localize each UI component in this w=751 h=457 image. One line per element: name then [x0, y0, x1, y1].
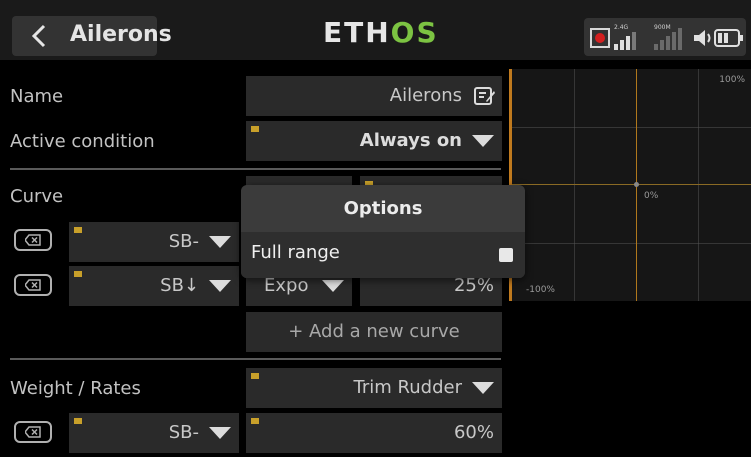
weight-rates-label: Weight / Rates — [10, 378, 141, 399]
remove-icon — [25, 279, 41, 291]
signal-2g4-icon: 2.4G — [614, 24, 636, 50]
battery-icon — [714, 29, 743, 47]
curve-row2-switch-value: SB↓ — [160, 275, 199, 296]
weight-row-switch-select[interactable]: SB- — [69, 413, 239, 453]
curve-row1-switch-select[interactable]: SB- — [69, 222, 239, 262]
caret-down-icon — [209, 280, 231, 292]
svg-text:2.4G: 2.4G — [614, 24, 629, 31]
weight-row-remove-button[interactable] — [14, 421, 52, 443]
curve-row1-remove-button[interactable] — [14, 229, 52, 251]
options-dialog: Options Full range — [241, 185, 525, 278]
full-range-option[interactable]: Full range — [241, 232, 525, 278]
caret-down-icon — [209, 236, 231, 248]
weight-source-select[interactable]: Trim Rudder — [246, 368, 502, 408]
graph-label-top: 100% — [719, 75, 745, 85]
menu-marker-icon — [74, 227, 82, 233]
curve-row2-switch-select[interactable]: SB↓ — [69, 266, 239, 306]
section-divider — [10, 168, 501, 170]
speaker-icon — [694, 30, 711, 46]
name-value: Ailerons — [389, 85, 462, 106]
edit-icon — [474, 87, 495, 105]
curve-row2-remove-button[interactable] — [14, 274, 52, 296]
remove-icon — [25, 234, 41, 246]
brand-logo: ETHOS — [323, 16, 439, 49]
grid-line — [512, 127, 751, 128]
menu-marker-icon — [251, 418, 259, 424]
menu-marker-icon — [74, 271, 82, 277]
signal-900m-icon: 900M — [654, 24, 682, 50]
remove-icon — [25, 426, 41, 438]
page-title: Ailerons — [70, 22, 172, 47]
name-label: Name — [10, 86, 64, 107]
back-button[interactable]: Ailerons — [12, 16, 172, 56]
header-bar: Ailerons ETHOS 2.4G 900M — [0, 0, 751, 60]
svg-text:900M: 900M — [654, 24, 671, 31]
caret-down-icon — [472, 135, 494, 147]
section-divider — [10, 358, 501, 360]
options-dialog-title: Options — [343, 198, 423, 219]
caret-down-icon — [472, 382, 494, 394]
weight-value: 60% — [453, 422, 494, 443]
graph-center-point — [634, 182, 639, 187]
graph-label-mid: 0% — [644, 191, 659, 201]
name-field[interactable]: Ailerons — [246, 76, 502, 116]
weight-row-switch-value: SB- — [168, 422, 199, 443]
menu-marker-icon — [74, 418, 82, 424]
record-icon — [590, 28, 610, 48]
add-curve-button[interactable]: + Add a new curve — [246, 312, 502, 352]
add-curve-label: + Add a new curve — [288, 321, 460, 342]
weight-value-field[interactable]: 60% — [246, 413, 502, 453]
menu-marker-icon — [251, 126, 259, 132]
grid-line — [574, 69, 575, 301]
status-indicators: 2.4G 900M — [584, 18, 746, 56]
grid-line — [698, 69, 699, 301]
active-condition-label: Active condition — [10, 131, 155, 152]
weight-source-value: Trim Rudder — [353, 377, 462, 398]
curve-row1-switch-value: SB- — [168, 231, 199, 252]
graph-label-bottom: -100% — [526, 285, 555, 295]
active-condition-value: Always on — [359, 130, 462, 151]
caret-down-icon — [209, 427, 231, 439]
grid-line — [512, 243, 751, 244]
curve-label: Curve — [10, 186, 64, 207]
chevron-left-icon — [32, 24, 46, 48]
active-condition-select[interactable]: Always on — [246, 121, 502, 161]
full-range-checkbox[interactable] — [499, 248, 513, 262]
full-range-label: Full range — [251, 242, 340, 263]
menu-marker-icon — [251, 373, 259, 379]
curve-graph: 100% 0% -100% — [509, 69, 751, 301]
graph-axis-horizontal — [512, 184, 751, 185]
caret-down-icon — [322, 280, 344, 292]
